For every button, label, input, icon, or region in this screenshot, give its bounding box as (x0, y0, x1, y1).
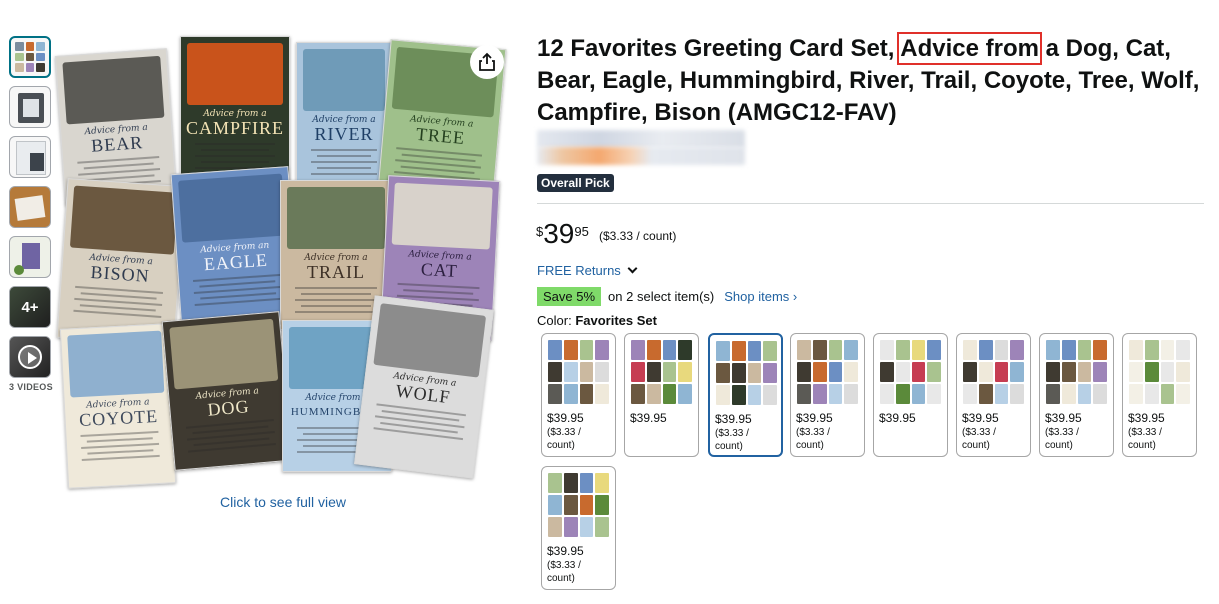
swatch-image (548, 473, 609, 537)
card-dog: Advice from a DOG (161, 311, 293, 471)
swatch-price: $39.95 (1045, 411, 1082, 425)
swatch-image (631, 340, 692, 404)
card-picture (178, 173, 287, 243)
free-returns-label: FREE Returns (537, 263, 621, 278)
price: $ 39 95 (536, 219, 589, 249)
card-text-lines (184, 419, 278, 453)
swatch-price: $39.95 (630, 411, 667, 425)
swatch-price: $39.95 (879, 411, 916, 425)
videos-count-label: 3 VIDEOS (9, 382, 53, 392)
card-wolf: Advice from a WOLF (354, 295, 494, 479)
shop-items-link[interactable]: Shop items › (724, 289, 797, 304)
color-swatch-5[interactable]: $39.95 (873, 333, 948, 457)
free-returns-link[interactable]: FREE Returns (537, 263, 638, 278)
card-picture (391, 182, 493, 250)
color-label: Color: Favorites Set (537, 313, 657, 328)
share-icon (479, 52, 495, 71)
card-coyote: Advice from a COYOTE (59, 323, 177, 489)
price-fraction: 95 (574, 224, 589, 239)
swatch-image (880, 340, 941, 404)
overall-pick-badge: Overall Pick (537, 174, 614, 192)
chevron-down-icon (627, 263, 638, 274)
swatch-unit-price: ($3.33 / count) (1128, 427, 1162, 451)
color-label-text: Color: (537, 313, 572, 328)
swatch-image (548, 340, 609, 404)
thumbnail-video[interactable] (9, 336, 51, 378)
reviews-blurred (537, 147, 745, 165)
swatch-image (1129, 340, 1190, 404)
card-text-lines (191, 273, 285, 306)
more-images-count: 4+ (21, 298, 39, 316)
card-picture (62, 55, 165, 125)
thumbnail-strip: 4+ 3 VIDEOS (9, 36, 53, 392)
color-swatch-8[interactable]: $39.95 ($3.33 / count) (1122, 333, 1197, 457)
color-swatch-1[interactable]: $39.95 ($3.33 / count) (541, 333, 616, 457)
card-text-lines (293, 287, 379, 313)
swatch-unit-price: ($3.33 / count) (796, 427, 830, 451)
card-picture (169, 318, 279, 390)
play-icon (18, 345, 42, 369)
card-text-lines (78, 430, 161, 461)
card-river: Advice from a RIVER (296, 42, 392, 192)
price-symbol: $ (536, 224, 544, 239)
price-whole: 39 (543, 218, 575, 249)
save-badge: Save 5% (537, 287, 602, 306)
card-picture (303, 49, 385, 111)
card-picture (287, 187, 385, 249)
card-text-lines (71, 285, 165, 318)
card-text-lines (309, 149, 379, 175)
swatch-unit-price: ($3.33 / count) (715, 428, 749, 452)
card-title: RIVER (314, 124, 374, 144)
swatch-price: $39.95 (547, 411, 584, 425)
color-swatch-7[interactable]: $39.95 ($3.33 / count) (1039, 333, 1114, 457)
thumbnail-2[interactable] (9, 86, 51, 128)
color-swatch-4[interactable]: $39.95 ($3.33 / count) (790, 333, 865, 457)
swatch-price: $39.95 (1128, 411, 1165, 425)
card-picture (373, 303, 487, 378)
card-picture (187, 43, 283, 105)
card-title: TRAIL (307, 262, 365, 282)
promo-text: on 2 select item(s) (608, 289, 715, 304)
color-swatch-9[interactable]: $39.95 ($3.33 / count) (541, 466, 616, 590)
price-per-unit: ($3.33 / count) (599, 229, 677, 243)
color-swatch-2[interactable]: $39.95 (624, 333, 699, 457)
swatch-image (1046, 340, 1107, 404)
share-button[interactable] (470, 45, 504, 79)
swatch-price: $39.95 (796, 411, 833, 425)
thumbnail-3[interactable] (9, 136, 51, 178)
swatch-unit-price: ($3.33 / count) (1045, 427, 1079, 451)
color-swatch-6[interactable]: $39.95 ($3.33 / count) (956, 333, 1031, 457)
color-swatch-3[interactable]: $39.95 ($3.33 / count) (708, 333, 783, 457)
swatch-image (716, 341, 777, 405)
thumbnail-1[interactable] (9, 36, 51, 78)
card-text-lines (193, 143, 277, 169)
swatch-unit-price: ($3.33 / count) (547, 560, 581, 584)
swatch-unit-price: ($3.33 / count) (547, 427, 581, 451)
promotion: Save 5% on 2 select item(s) Shop items › (537, 287, 797, 306)
card-picture (67, 330, 165, 398)
thumbnail-5[interactable] (9, 236, 51, 278)
see-full-view-link[interactable]: Click to see full view (220, 494, 346, 510)
card-text-lines (372, 403, 468, 441)
title-highlight: Advice from (897, 32, 1042, 65)
swatch-unit-price: ($3.33 / count) (962, 427, 996, 451)
card-title: COYOTE (78, 405, 159, 431)
main-product-image[interactable]: Advice from a BEAR Advice from a CAMPFIRE Ad… (54, 32, 507, 492)
card-picture (69, 185, 178, 255)
title-part-1: 12 Favorites Greeting Card Set, (537, 35, 901, 62)
card-campfire: Advice from a CAMPFIRE (180, 36, 290, 188)
swatch-price: $39.95 (962, 411, 999, 425)
swatch-image (963, 340, 1024, 404)
card-title: CAMPFIRE (185, 118, 285, 138)
ratings-blurred (537, 130, 745, 148)
swatch-image (797, 340, 858, 404)
color-value: Favorites Set (575, 313, 657, 328)
swatch-price: $39.95 (715, 412, 752, 426)
product-title: 12 Favorites Greeting Card Set, Advice f… (537, 32, 1207, 129)
thumbnail-4[interactable] (9, 186, 51, 228)
swatch-price: $39.95 (547, 544, 584, 558)
thumbnail-more[interactable]: 4+ (9, 286, 51, 328)
divider (537, 203, 1204, 204)
